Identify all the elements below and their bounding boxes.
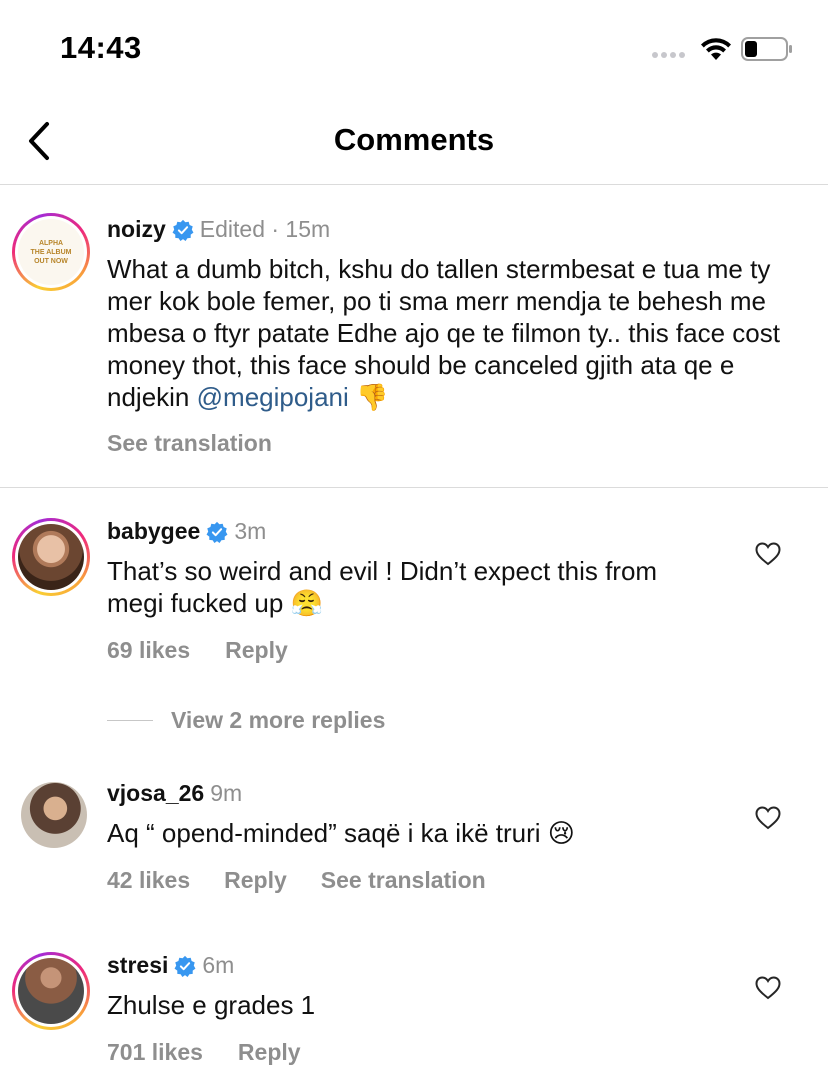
username[interactable]: stresi [107, 952, 168, 979]
comment-header: babygee 3m [107, 518, 266, 545]
heart-outline-icon[interactable] [755, 976, 781, 1000]
heart-outline-icon[interactable] [755, 806, 781, 830]
mention-link[interactable]: @megipojani [197, 382, 349, 412]
divider [0, 487, 828, 488]
likes-count[interactable]: 69 likes [107, 637, 190, 664]
comment-header: noizy Edited · 15m [107, 216, 330, 243]
comment-actions: 701 likes Reply [107, 1039, 301, 1066]
username[interactable]: vjosa_26 [107, 780, 204, 807]
replies-line [107, 720, 153, 721]
comment-meta: 3m [234, 518, 267, 544]
view-more-replies[interactable]: View 2 more replies [107, 707, 385, 734]
see-translation-link[interactable]: See translation [321, 867, 486, 894]
verified-badge-icon [206, 521, 228, 543]
status-time: 14:43 [60, 30, 142, 65]
comment-text: Aq “ opend-minded” saqë i ka ikë truri 😢 [107, 817, 727, 850]
signal-icon [652, 52, 685, 58]
comment-meta: Edited · 15m [199, 216, 331, 242]
comment-actions: 42 likes Reply See translation [107, 867, 486, 894]
angry-emoji: 😤 [290, 589, 323, 619]
crying-emoji: 😢 [547, 819, 575, 849]
comment-header: vjosa_26 9m [107, 780, 242, 807]
view-replies-label: View 2 more replies [171, 707, 386, 733]
verified-badge-icon [172, 219, 194, 241]
reply-button[interactable]: Reply [238, 1039, 301, 1066]
verified-badge-icon [174, 955, 196, 977]
battery-icon [741, 37, 792, 61]
page-title: Comments [333, 122, 495, 157]
comment-meta: 9m [210, 780, 243, 806]
thumbs-down-emoji: 👎 [356, 383, 389, 413]
comment-meta: 6m [202, 952, 235, 978]
avatar-stresi[interactable] [12, 952, 90, 1030]
avatar-noizy[interactable]: ALPHA THE ALBUM OUT NOW [12, 213, 90, 291]
status-bar: 14:43 [0, 0, 828, 100]
avatar-babygee[interactable] [12, 518, 90, 596]
comment-text: That’s so weird and evil ! Didn’t expect… [107, 555, 687, 620]
comment-body: Zhulse e grades 1 [107, 990, 316, 1020]
likes-count[interactable]: 42 likes [107, 867, 190, 894]
comment-actions: See translation [107, 430, 272, 457]
see-translation-link[interactable]: See translation [107, 430, 272, 457]
comment-body: Aq “ opend-minded” saqë i ka ikë truri [107, 818, 541, 848]
comment-body: That’s so weird and evil ! Didn’t expect… [107, 556, 658, 618]
avatar-vjosa[interactable] [21, 782, 87, 848]
reply-button[interactable]: Reply [224, 867, 287, 894]
heart-outline-icon[interactable] [755, 542, 781, 566]
album-avatar-text: ALPHA THE ALBUM OUT NOW [30, 239, 72, 265]
reply-button[interactable]: Reply [225, 637, 288, 664]
comment-header: stresi 6m [107, 952, 234, 979]
comment-text: Zhulse e grades 1 [107, 989, 727, 1021]
likes-count[interactable]: 701 likes [107, 1039, 203, 1066]
username[interactable]: noizy [107, 216, 166, 243]
username[interactable]: babygee [107, 518, 200, 545]
wifi-icon [701, 38, 731, 60]
comment-actions: 69 likes Reply [107, 637, 288, 664]
comment-text: What a dumb bitch, kshu do tallen stermb… [107, 253, 807, 414]
comments-header: Comments [0, 100, 828, 185]
